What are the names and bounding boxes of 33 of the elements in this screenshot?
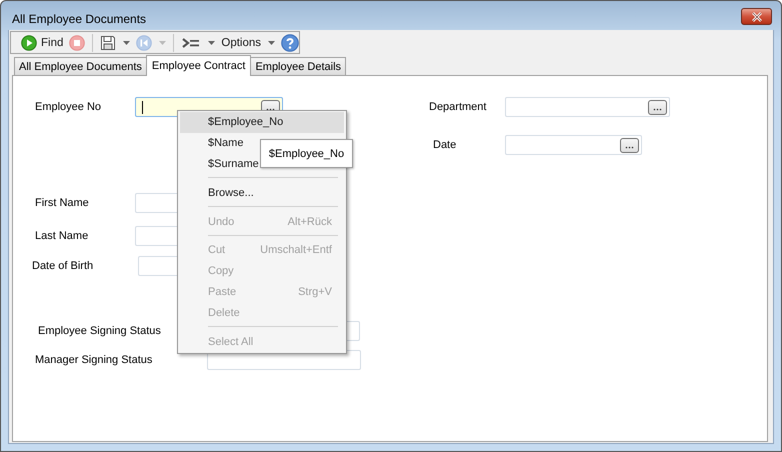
menu-item[interactable]: Browse... [180, 182, 344, 204]
input-field[interactable] [505, 97, 670, 117]
tab[interactable]: All Employee Documents [14, 57, 147, 75]
save-button[interactable] [100, 34, 130, 50]
help-icon [281, 34, 300, 52]
field-label: Last Name [35, 230, 90, 242]
browse-button[interactable] [620, 138, 639, 152]
field-label: Date [433, 139, 458, 151]
field-label: Employee Signing Status [38, 325, 162, 337]
tooltip: $Employee_No [260, 139, 353, 168]
find-button[interactable]: Find [21, 34, 64, 50]
menu-item[interactable]: $Employee_No [180, 112, 344, 133]
field-label: Department [429, 101, 488, 113]
play-icon [21, 34, 37, 50]
tab[interactable]: Employee Contract [146, 55, 252, 76]
save-icon [100, 34, 116, 50]
browse-button[interactable] [648, 100, 667, 114]
ellipsis-icon [625, 146, 634, 148]
tab[interactable]: Employee Details [250, 57, 346, 75]
ellipsis-icon [653, 108, 662, 110]
window-title: All Employee Documents [12, 10, 146, 26]
stop-icon [69, 34, 86, 50]
field-label: Manager Signing Status [35, 354, 154, 366]
rewind-icon [136, 34, 152, 50]
field-label: First Name [35, 197, 90, 209]
field-label: Employee No [35, 101, 102, 113]
input-field[interactable] [505, 135, 642, 155]
ellipsis-icon [266, 108, 275, 110]
field-label: Date of Birth [32, 260, 94, 272]
help-button[interactable] [281, 34, 300, 52]
close-button[interactable] [741, 8, 772, 25]
close-icon [750, 12, 762, 22]
options-button[interactable]: Options [221, 36, 276, 48]
